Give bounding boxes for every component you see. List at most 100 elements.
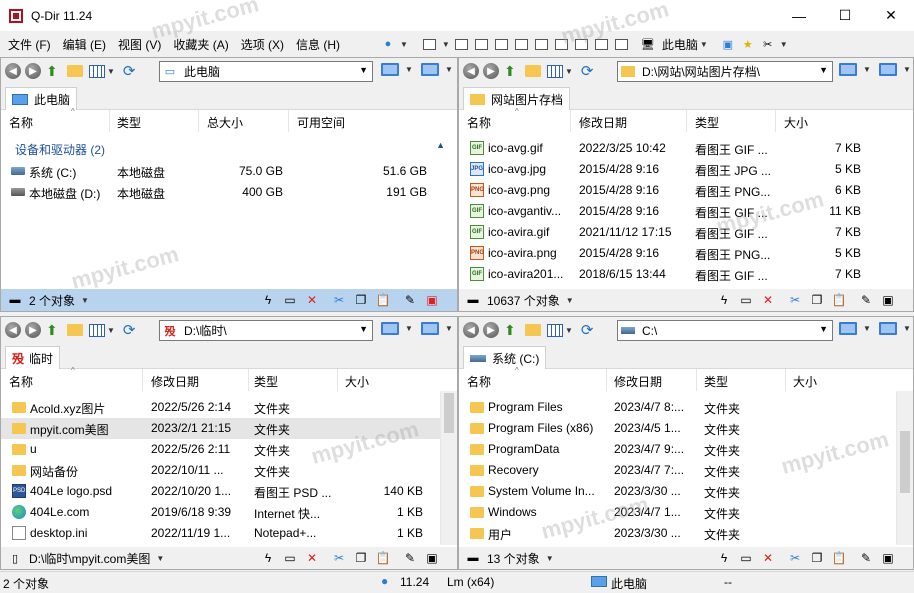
lightning-icon[interactable]: ϟ: [716, 292, 732, 308]
list-item[interactable]: Recovery 2023/4/7 7:... 文件夹: [459, 460, 913, 481]
col-type[interactable]: 类型: [695, 114, 719, 131]
favorite-folder-icon[interactable]: [525, 324, 541, 336]
refresh-icon[interactable]: ⟳: [581, 62, 594, 80]
list-item[interactable]: 用户 2023/3/30 ... 文件夹: [459, 523, 913, 544]
chevron-down-icon[interactable]: ▼: [445, 65, 453, 74]
pane-toggle-icon[interactable]: ▣: [424, 550, 440, 566]
rename-icon[interactable]: ▭: [738, 550, 754, 566]
cut-icon[interactable]: ✂: [787, 292, 803, 308]
address-bar[interactable]: 殁 D:\临时\ ▼: [159, 320, 373, 341]
monitor-icon[interactable]: [879, 322, 897, 335]
favorite-folder-icon[interactable]: [525, 65, 541, 77]
back-icon[interactable]: ◀: [5, 322, 21, 338]
list-item[interactable]: 系统 (C:) 本地磁盘 75.0 GB 51.6 GB: [1, 161, 457, 182]
tab-temp[interactable]: 殁 临时: [5, 346, 61, 369]
list-item[interactable]: 404Le.com 2019/6/18 9:39 Internet 快... 1 KB: [1, 502, 457, 523]
edit-icon[interactable]: ✎: [402, 292, 418, 308]
col-type[interactable]: 类型: [254, 373, 278, 390]
layout-tabs-icon[interactable]: [614, 36, 630, 52]
back-icon[interactable]: ◀: [463, 322, 479, 338]
col-size[interactable]: 大小: [793, 373, 817, 390]
chevron-down-icon[interactable]: ▼: [700, 40, 708, 49]
list-item[interactable]: System Volume In... 2023/3/30 ... 文件夹: [459, 481, 913, 502]
list-item[interactable]: JPG ico-avg.jpg 2015/4/28 9:16 看图王 JPG ... 5…: [459, 159, 913, 180]
delete-icon[interactable]: ✕: [760, 550, 776, 566]
list-item[interactable]: mpyit.com美图 2023/2/1 21:15 文件夹: [1, 418, 457, 439]
chevron-down-icon[interactable]: ▼: [819, 324, 828, 334]
maximize-button[interactable]: ☐: [822, 0, 868, 31]
monitor-icon[interactable]: [839, 63, 857, 76]
scrollbar[interactable]: [440, 391, 457, 545]
col-date[interactable]: 修改日期: [614, 373, 662, 390]
col-name[interactable]: 名称: [467, 373, 491, 390]
pane-toggle-icon[interactable]: ▣: [880, 292, 896, 308]
list-item[interactable]: desktop.ini 2022/11/19 1... Notepad+... 1 K…: [1, 523, 457, 544]
menu-edit[interactable]: 编辑 (E): [59, 36, 110, 53]
chevron-down-icon[interactable]: ▼: [81, 296, 89, 305]
up-folder-icon[interactable]: ⬆: [504, 63, 520, 79]
layout-split-icon[interactable]: [594, 36, 610, 52]
chevron-down-icon[interactable]: ▼: [405, 65, 413, 74]
delete-icon[interactable]: ✕: [760, 292, 776, 308]
refresh-icon[interactable]: ⟳: [581, 321, 594, 339]
menu-file[interactable]: 文件 (F): [4, 36, 55, 53]
layout-grid-icon[interactable]: [574, 36, 590, 52]
star-icon[interactable]: ★: [740, 36, 756, 52]
chevron-down-icon[interactable]: ▼: [903, 324, 911, 333]
chevron-down-icon[interactable]: ▼: [565, 326, 573, 335]
col-size[interactable]: 大小: [784, 114, 808, 131]
edit-icon[interactable]: ✎: [402, 550, 418, 566]
monitor-icon[interactable]: [421, 322, 439, 335]
list-item[interactable]: GIF ico-avira201... 2018/6/15 13:44 看图王 GIF…: [459, 264, 913, 285]
col-name[interactable]: 名称: [467, 114, 491, 131]
chevron-down-icon[interactable]: ▼: [903, 65, 911, 74]
menu-favorites[interactable]: 收藏夹 (A): [169, 36, 232, 53]
globe-icon[interactable]: ●: [380, 36, 396, 52]
list-item[interactable]: GIF ico-avira.gif 2021/11/12 17:15 看图王 GIF …: [459, 222, 913, 243]
menu-info[interactable]: 信息 (H): [292, 36, 344, 53]
chevron-down-icon[interactable]: ▼: [156, 554, 164, 563]
copy-icon[interactable]: ❐: [353, 292, 369, 308]
refresh-icon[interactable]: ⟳: [123, 321, 136, 339]
list-item[interactable]: GIF ico-avgantiv... 2015/4/28 9:16 看图王 GIF …: [459, 201, 913, 222]
rename-icon[interactable]: ▭: [282, 550, 298, 566]
paste-icon[interactable]: 📋: [831, 292, 847, 308]
list-item[interactable]: PSD 404Le logo.psd 2022/10/20 1... 看图王 PSD …: [1, 481, 457, 502]
list-item[interactable]: Program Files (x86) 2023/4/5 1... 文件夹: [459, 418, 913, 439]
col-date[interactable]: 修改日期: [579, 114, 627, 131]
view-mode-icon[interactable]: [89, 323, 105, 337]
edit-icon[interactable]: ✎: [858, 550, 874, 566]
list-item[interactable]: 网站备份 2022/10/11 ... 文件夹: [1, 460, 457, 481]
lightning-icon[interactable]: ϟ: [716, 550, 732, 566]
col-total-size[interactable]: 总大小: [207, 114, 243, 131]
chevron-down-icon[interactable]: ▼: [400, 40, 408, 49]
chevron-down-icon[interactable]: ▼: [566, 296, 574, 305]
list-item[interactable]: PNG ico-avira.png 2015/4/28 9:16 看图王 PNG...…: [459, 243, 913, 264]
monitor-icon[interactable]: [381, 63, 399, 76]
chevron-down-icon[interactable]: ▼: [445, 324, 453, 333]
list-item[interactable]: PNG ico-avg.png 2015/4/28 9:16 看图王 PNG... 6 …: [459, 180, 913, 201]
cut-icon[interactable]: ✂: [787, 550, 803, 566]
forward-icon[interactable]: ▶: [483, 63, 499, 79]
col-name[interactable]: 名称: [9, 114, 33, 131]
col-size[interactable]: 大小: [345, 373, 369, 390]
lightning-icon[interactable]: ϟ: [260, 550, 276, 566]
list-item[interactable]: 本地磁盘 (D:) 本地磁盘 400 GB 191 GB: [1, 182, 457, 203]
collapse-icon[interactable]: ▲: [436, 140, 445, 150]
refresh-icon[interactable]: ⟳: [123, 62, 136, 80]
monitor-icon[interactable]: [381, 322, 399, 335]
delete-icon[interactable]: ✕: [304, 292, 320, 308]
address-bar[interactable]: D:\网站\网站图片存档\ ▼: [617, 61, 833, 82]
pane-toggle-icon[interactable]: ▣: [880, 550, 896, 566]
rename-icon[interactable]: ▭: [282, 292, 298, 308]
layout-single-icon[interactable]: [554, 36, 570, 52]
forward-icon[interactable]: ▶: [25, 322, 41, 338]
tools-icon[interactable]: ✂: [760, 36, 776, 52]
edit-icon[interactable]: ✎: [858, 292, 874, 308]
scrollbar[interactable]: [896, 391, 913, 545]
menu-options[interactable]: 选项 (X): [237, 36, 288, 53]
forward-icon[interactable]: ▶: [483, 322, 499, 338]
up-folder-icon[interactable]: ⬆: [46, 322, 62, 338]
layout-icon[interactable]: [422, 36, 438, 52]
chevron-down-icon[interactable]: ▼: [107, 67, 115, 76]
